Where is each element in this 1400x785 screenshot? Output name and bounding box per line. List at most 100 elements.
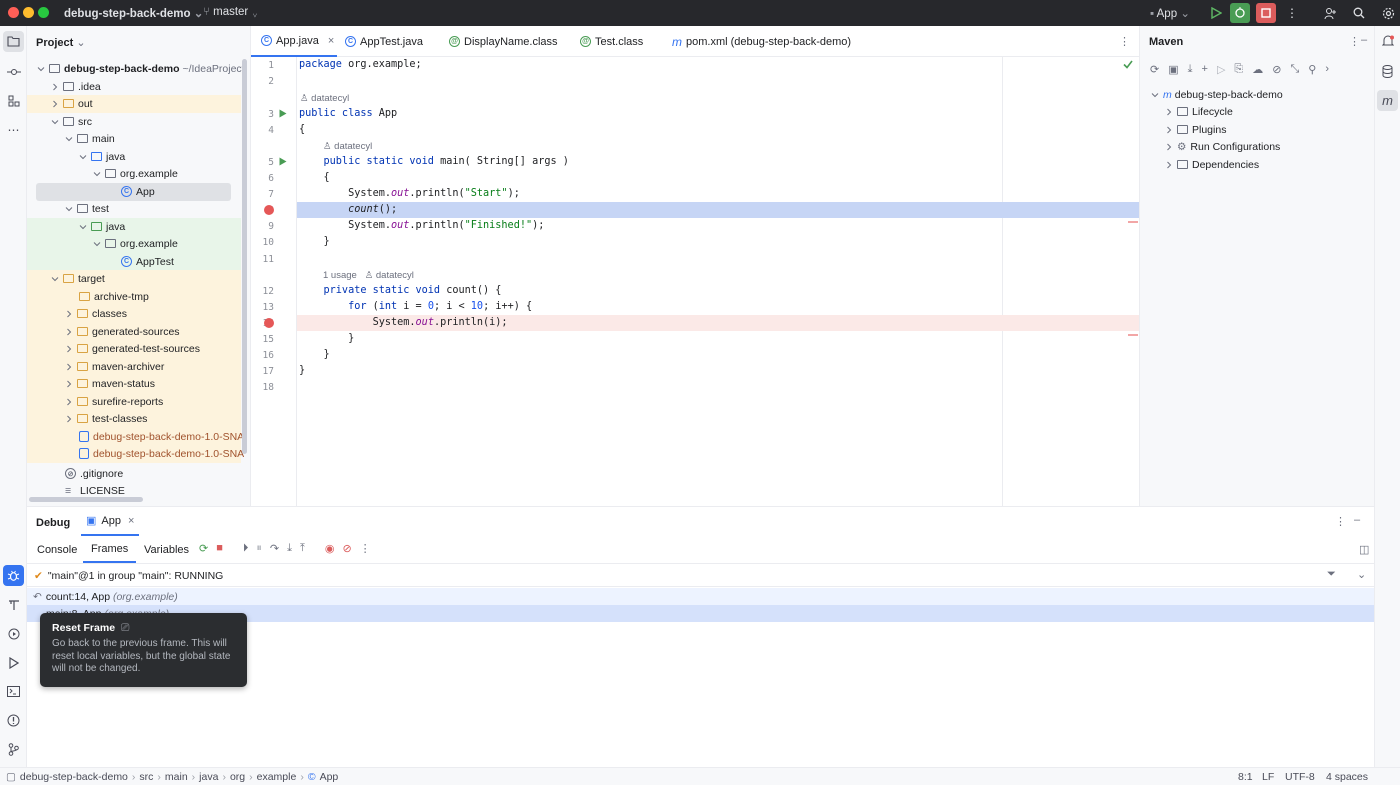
analyze-icon[interactable]: ⚲ [1308, 63, 1316, 76]
author-hint[interactable]: ♙ datatecyl [297, 91, 1139, 107]
database-button[interactable] [1377, 61, 1398, 82]
tree-item-surefire-reports[interactable]: surefire-reports [27, 393, 241, 411]
tab-frames[interactable]: Frames [83, 536, 137, 563]
thread-selector[interactable]: ✔ "main"@1 in group "main": RUNNING [34, 567, 1374, 585]
maximize-window-button[interactable] [38, 7, 49, 18]
maven-hide-button[interactable]: – [1361, 34, 1367, 46]
settings-button[interactable] [1378, 3, 1398, 23]
breakpoint-icon[interactable] [264, 205, 274, 215]
step-over-icon[interactable]: ↷ [270, 542, 279, 555]
add-icon[interactable]: + [1202, 63, 1208, 76]
tree-item-main-java[interactable]: java [27, 148, 241, 166]
commit-tool-button[interactable] [3, 61, 24, 82]
tree-item-out[interactable]: out [27, 95, 241, 113]
layout-settings-button[interactable]: ◫ [1359, 543, 1369, 556]
project-switcher[interactable]: debug-step-back-demo ⌄ [64, 6, 203, 20]
tab-test-class[interactable]: @ Test.class [580, 26, 643, 57]
skip-tests-icon[interactable]: ⊘ [1272, 63, 1281, 76]
tree-item-test[interactable]: test [27, 200, 241, 218]
tabs-more-button[interactable]: ⋮ [1119, 26, 1130, 57]
project-tool-button[interactable] [3, 31, 24, 52]
maven-root[interactable]: m debug-step-back-demo [1140, 86, 1354, 104]
tree-item-target[interactable]: target [27, 270, 241, 288]
debug-hide-button[interactable]: – [1354, 514, 1360, 526]
run-tool-button[interactable] [3, 652, 24, 673]
maven-plugins[interactable]: Plugins [1140, 121, 1354, 139]
tab-pom-xml[interactable]: m pom.xml (debug-step-back-demo) [672, 26, 851, 57]
tree-item-test-classes[interactable]: test-classes [27, 410, 241, 428]
tree-item-idea[interactable]: .idea [27, 78, 241, 96]
line-separator[interactable]: LF [1262, 771, 1274, 783]
run-maven-icon[interactable]: ▷ [1217, 63, 1225, 76]
structure-tool-button[interactable] [3, 90, 24, 111]
frame-row[interactable]: ↶ count:14, App (org.example) [27, 588, 1374, 605]
tab-displayname-class[interactable]: @ DisplayName.class [449, 26, 558, 57]
file-encoding[interactable]: UTF-8 [1285, 771, 1315, 783]
view-breakpoints-icon[interactable]: ◉ [325, 542, 335, 555]
breadcrumb-item[interactable]: org [230, 771, 245, 783]
tree-item-jar-2[interactable]: debug-step-back-demo-1.0-SNA [27, 445, 244, 463]
tree-item-classes[interactable]: classes [27, 305, 241, 323]
tree-item-generated-test-sources[interactable]: generated-test-sources [27, 340, 241, 358]
close-icon[interactable]: × [128, 515, 134, 527]
more-tools-button[interactable]: ⋯ [3, 119, 24, 140]
git-tool-button[interactable] [3, 739, 24, 760]
usage-hint[interactable]: 1 usage ♙ datatecyl [297, 268, 1139, 284]
debug-rerun-button[interactable] [1230, 3, 1250, 23]
breadcrumb-item[interactable]: src [139, 771, 153, 783]
maven-lifecycle[interactable]: Lifecycle [1140, 103, 1354, 121]
more-vertical-icon[interactable]: ⋮ [360, 542, 371, 555]
project-horizontal-scrollbar[interactable] [29, 497, 143, 502]
notifications-button[interactable] [1377, 31, 1398, 52]
error-stripe-marker[interactable] [1128, 334, 1138, 336]
tree-item-test-package[interactable]: org.example [27, 235, 241, 253]
tree-item-main-package[interactable]: org.example [27, 165, 241, 183]
breadcrumb-item[interactable]: main [165, 771, 188, 783]
tree-item-src[interactable]: src [27, 113, 241, 131]
tree-item-app-selected[interactable]: C App [36, 183, 231, 201]
maven-options-button[interactable]: ⋮ [1349, 35, 1360, 48]
close-window-button[interactable] [8, 7, 19, 18]
download-icon[interactable]: ⤓ [1188, 63, 1193, 76]
tree-item-main[interactable]: main [27, 130, 241, 148]
terminal-tool-button[interactable] [3, 681, 24, 702]
tree-item-archive-tmp[interactable]: archive-tmp [27, 288, 241, 306]
author-hint[interactable]: ♙ datatecyl [297, 139, 1139, 155]
tree-item-jar-1[interactable]: debug-step-back-demo-1.0-SNA [27, 428, 244, 446]
tab-apptest-java[interactable]: C AppTest.java [345, 26, 423, 57]
tab-console[interactable]: Console [37, 544, 77, 556]
breadcrumb-item[interactable]: example [257, 771, 297, 783]
step-into-icon[interactable]: ⤓ [287, 542, 292, 555]
search-button[interactable] [1349, 3, 1369, 23]
add-user-button[interactable] [1320, 3, 1340, 23]
resume-icon[interactable]: ⏵ [243, 542, 249, 555]
editor-gutter[interactable]: 1 2 3 4 5 6 7 8 9 10 11 12 13 14 15 16 1… [251, 57, 297, 506]
step-out-icon[interactable]: ⤒ [300, 542, 305, 555]
services-tool-button[interactable] [3, 623, 24, 644]
build-tool-button[interactable] [3, 594, 24, 615]
tree-item-maven-archiver[interactable]: maven-archiver [27, 358, 241, 376]
pause-icon[interactable]: ⏸ [256, 542, 262, 555]
filter-frames-button[interactable]: ⏷ [1327, 568, 1336, 581]
tree-root[interactable]: debug-step-back-demo ~/IdeaProject [27, 60, 245, 78]
reset-frame-icon[interactable]: ↶ [33, 591, 42, 603]
reload-icon[interactable]: ⟳ [1150, 63, 1159, 76]
minimize-window-button[interactable] [23, 7, 34, 18]
project-panel-title[interactable]: Project ⌄ [36, 36, 86, 49]
branch-switcher[interactable]: ⑂ master ⌄ [203, 6, 258, 18]
breadcrumb-item[interactable]: debug-step-back-demo [20, 771, 128, 783]
tree-item-maven-status[interactable]: maven-status [27, 375, 241, 393]
tree-item-apptest[interactable]: C AppTest [27, 253, 241, 271]
breakpoint-icon[interactable] [264, 318, 274, 328]
indent-setting[interactable]: 4 spaces [1326, 771, 1368, 783]
breadcrumb-item[interactable]: App [320, 771, 339, 783]
debug-tool-button[interactable] [3, 565, 24, 586]
more-actions-button[interactable]: ⋮ [1282, 3, 1302, 23]
tree-item-test-java[interactable]: java [27, 218, 241, 236]
collapse-icon[interactable]: ⤡ [1290, 63, 1299, 76]
breadcrumb-item[interactable]: java [199, 771, 218, 783]
run-button[interactable] [1206, 3, 1226, 23]
stop-button[interactable] [1256, 3, 1276, 23]
execute-goal-icon[interactable]: ⎘ [1234, 63, 1243, 76]
maven-tool-button[interactable]: m [1377, 90, 1398, 111]
